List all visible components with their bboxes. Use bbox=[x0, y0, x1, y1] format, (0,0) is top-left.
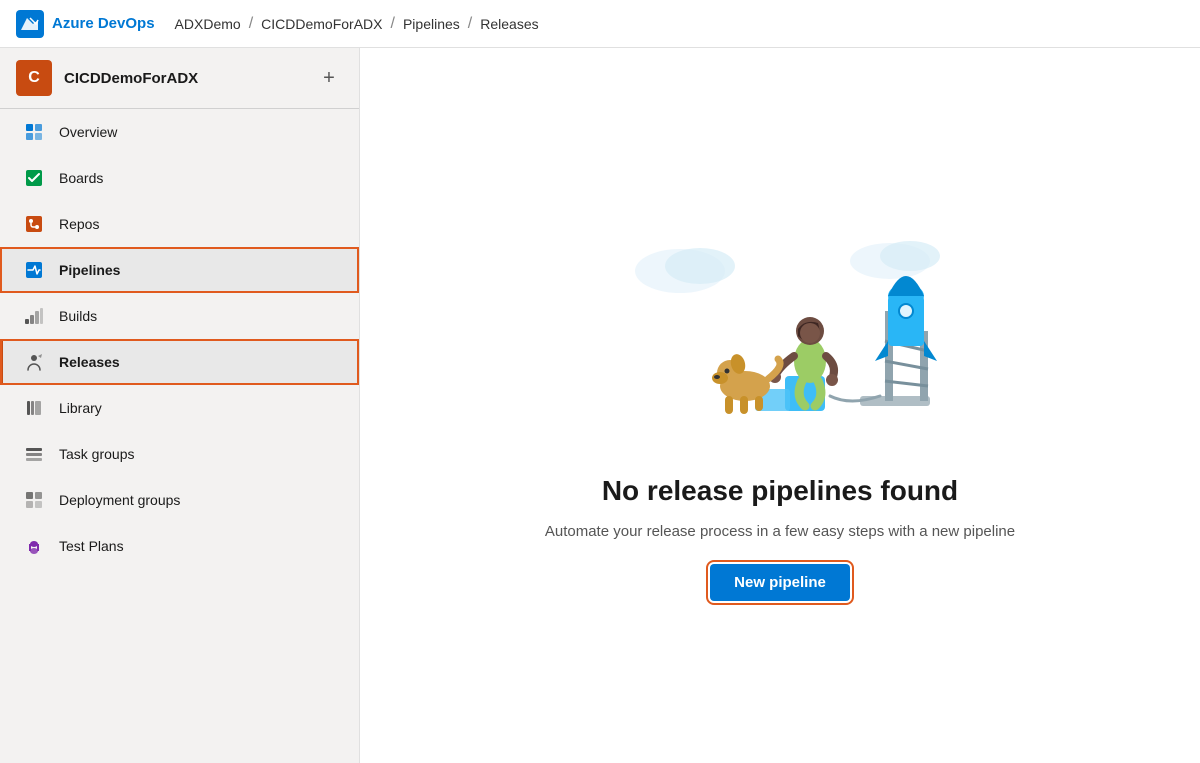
sidebar-item-repos[interactable]: Repos bbox=[0, 201, 359, 247]
sidebar-item-test-plans[interactable]: Test Plans bbox=[0, 523, 359, 569]
sidebar-item-overview-label: Overview bbox=[59, 124, 117, 140]
breadcrumb-releases[interactable]: Releases bbox=[480, 16, 538, 32]
content-area: No release pipelines found Automate your… bbox=[360, 48, 1200, 763]
sidebar-item-boards-label: Boards bbox=[59, 170, 103, 186]
project-avatar: C bbox=[16, 60, 52, 96]
breadcrumb-sep-2: / bbox=[391, 15, 395, 33]
topbar: Azure DevOps ADXDemo / CICDDemoForADX / … bbox=[0, 0, 1200, 48]
sidebar-item-library-label: Library bbox=[59, 400, 102, 416]
breadcrumb-cicddemoforadx[interactable]: CICDDemoForADX bbox=[261, 16, 382, 32]
project-add-button[interactable]: + bbox=[315, 64, 343, 92]
sidebar-item-task-groups[interactable]: Task groups bbox=[0, 431, 359, 477]
empty-state: No release pipelines found Automate your… bbox=[545, 211, 1015, 601]
pipelines-icon bbox=[23, 259, 45, 281]
sidebar-item-task-groups-label: Task groups bbox=[59, 446, 134, 462]
azure-devops-logo[interactable]: Azure DevOps bbox=[16, 10, 155, 38]
sidebar-item-deployment-groups-label: Deployment groups bbox=[59, 492, 180, 508]
azure-logo-icon bbox=[16, 10, 44, 38]
repos-icon bbox=[23, 213, 45, 235]
new-pipeline-button[interactable]: New pipeline bbox=[710, 564, 850, 601]
project-header: C CICDDemoForADX + bbox=[0, 48, 359, 109]
breadcrumb-adxdemo[interactable]: ADXDemo bbox=[175, 16, 241, 32]
boards-icon bbox=[23, 167, 45, 189]
sidebar-item-builds[interactable]: Builds bbox=[0, 293, 359, 339]
sidebar-item-overview[interactable]: Overview bbox=[0, 109, 359, 155]
deployment-groups-icon bbox=[23, 489, 45, 511]
sidebar-item-deployment-groups[interactable]: Deployment groups bbox=[0, 477, 359, 523]
breadcrumb-sep-3: / bbox=[468, 15, 472, 33]
sidebar-item-builds-label: Builds bbox=[59, 308, 97, 324]
task-groups-icon bbox=[23, 443, 45, 465]
breadcrumb: ADXDemo / CICDDemoForADX / Pipelines / R… bbox=[175, 15, 539, 33]
test-plans-icon bbox=[23, 535, 45, 557]
empty-title: No release pipelines found bbox=[602, 475, 958, 507]
empty-subtitle: Automate your release process in a few e… bbox=[545, 523, 1015, 540]
sidebar-item-releases[interactable]: Releases bbox=[0, 339, 359, 385]
empty-illustration bbox=[590, 211, 970, 451]
logo-text: Azure DevOps bbox=[52, 15, 155, 32]
breadcrumb-sep-1: / bbox=[249, 15, 253, 33]
library-icon bbox=[23, 397, 45, 419]
project-name: CICDDemoForADX bbox=[64, 70, 303, 87]
breadcrumb-pipelines[interactable]: Pipelines bbox=[403, 16, 460, 32]
sidebar-item-releases-label: Releases bbox=[59, 354, 120, 370]
sidebar-item-repos-label: Repos bbox=[59, 216, 99, 232]
sidebar-item-pipelines[interactable]: Pipelines bbox=[0, 247, 359, 293]
sidebar-item-boards[interactable]: Boards bbox=[0, 155, 359, 201]
overview-icon bbox=[23, 121, 45, 143]
sidebar-item-test-plans-label: Test Plans bbox=[59, 538, 124, 554]
sidebar-item-pipelines-label: Pipelines bbox=[59, 262, 120, 278]
sidebar: C CICDDemoForADX + Overview bbox=[0, 48, 360, 763]
releases-icon bbox=[23, 351, 45, 373]
main-layout: C CICDDemoForADX + Overview bbox=[0, 48, 1200, 763]
sidebar-item-library[interactable]: Library bbox=[0, 385, 359, 431]
builds-icon bbox=[23, 305, 45, 327]
